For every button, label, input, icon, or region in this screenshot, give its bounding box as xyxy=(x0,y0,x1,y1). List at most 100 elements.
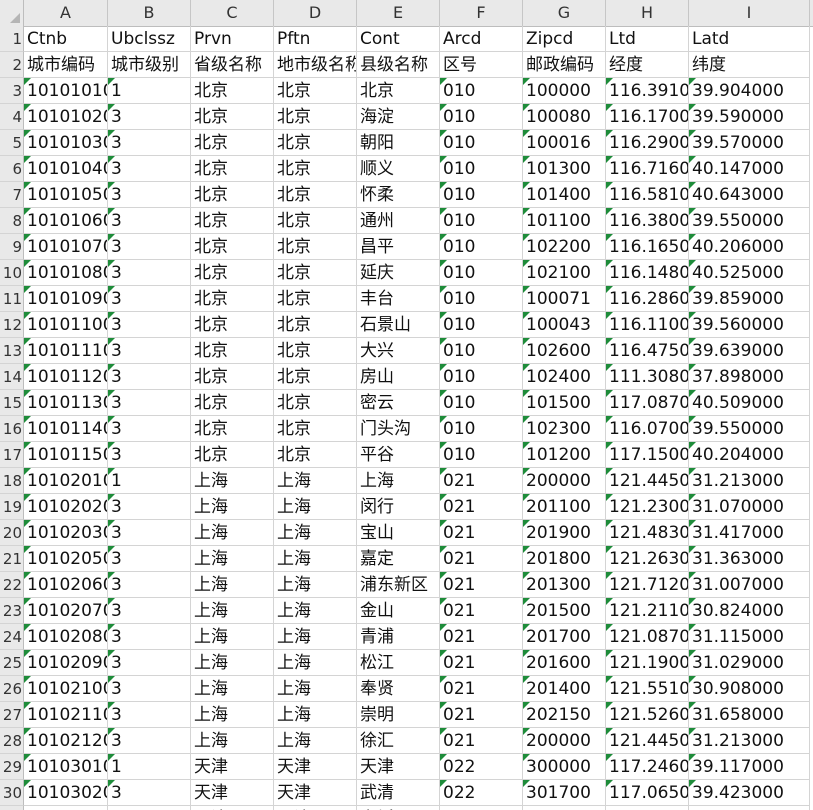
table-cell[interactable]: 117.0870 xyxy=(606,390,689,416)
table-cell[interactable]: 39.550000 xyxy=(689,416,810,442)
table-cell[interactable]: 3 xyxy=(108,390,191,416)
table-cell[interactable]: 200000 xyxy=(523,468,606,494)
row-header[interactable]: 2 xyxy=(0,52,24,78)
table-cell[interactable]: 10101120 xyxy=(24,364,108,390)
table-cell[interactable]: 天津 xyxy=(274,780,357,806)
table-cell[interactable]: 北京 xyxy=(274,338,357,364)
table-cell[interactable]: 上海 xyxy=(191,650,274,676)
table-cell[interactable]: 021 xyxy=(440,546,523,572)
table-cell[interactable]: 10101130 xyxy=(24,390,108,416)
table-cell[interactable]: 上海 xyxy=(191,598,274,624)
table-cell[interactable]: 1 xyxy=(108,754,191,780)
row-header[interactable]: 6 xyxy=(0,156,24,182)
table-cell[interactable]: Prvn xyxy=(191,26,274,52)
row-header[interactable]: 11 xyxy=(0,286,24,312)
table-cell[interactable] xyxy=(24,806,108,810)
row-header[interactable]: 9 xyxy=(0,234,24,260)
table-cell[interactable]: 010 xyxy=(440,338,523,364)
table-cell[interactable]: 116.3800 xyxy=(606,208,689,234)
table-cell[interactable]: 天津 xyxy=(191,780,274,806)
table-cell[interactable]: 延庆 xyxy=(357,260,440,286)
table-cell[interactable]: 10101010 xyxy=(24,78,108,104)
table-cell[interactable]: 北京 xyxy=(191,234,274,260)
table-cell[interactable]: Arcd xyxy=(440,26,523,52)
table-cell[interactable]: 3 xyxy=(108,442,191,468)
table-cell[interactable]: 上海 xyxy=(274,624,357,650)
table-cell[interactable]: 通州 xyxy=(357,208,440,234)
table-cell[interactable]: 3 xyxy=(108,338,191,364)
table-cell[interactable]: 北京 xyxy=(191,286,274,312)
table-cell[interactable]: 010 xyxy=(440,312,523,338)
table-cell[interactable]: 121.2110 xyxy=(606,598,689,624)
table-cell[interactable]: 40.509000 xyxy=(689,390,810,416)
table-cell[interactable]: 022 xyxy=(440,780,523,806)
row-header[interactable]: 26 xyxy=(0,676,24,702)
table-cell[interactable]: 10101110 xyxy=(24,338,108,364)
table-cell[interactable]: 区号 xyxy=(440,52,523,78)
table-cell[interactable]: 31.070000 xyxy=(689,494,810,520)
table-cell[interactable]: 10101020 xyxy=(24,104,108,130)
table-cell[interactable]: 100043 xyxy=(523,312,606,338)
table-cell[interactable]: 102400 xyxy=(523,364,606,390)
table-cell[interactable]: 10101140 xyxy=(24,416,108,442)
table-cell[interactable]: 房山 xyxy=(357,364,440,390)
table-cell[interactable]: 116.2860 xyxy=(606,286,689,312)
table-cell[interactable]: 021 xyxy=(440,676,523,702)
table-cell[interactable]: 116.1100 xyxy=(606,312,689,338)
table-cell[interactable]: 010 xyxy=(440,130,523,156)
table-cell[interactable]: 101100 xyxy=(523,208,606,234)
table-cell[interactable]: 3 xyxy=(108,702,191,728)
table-cell[interactable]: 密云 xyxy=(357,390,440,416)
table-cell[interactable]: 北京 xyxy=(357,78,440,104)
table-cell[interactable]: 天津 xyxy=(357,754,440,780)
table-cell[interactable]: 北京 xyxy=(274,416,357,442)
column-header[interactable]: D xyxy=(274,0,357,26)
table-cell[interactable]: 1 xyxy=(108,78,191,104)
table-cell[interactable]: 3 xyxy=(108,364,191,390)
table-cell[interactable]: 宝坻 xyxy=(357,806,440,810)
table-cell[interactable]: 丰台 xyxy=(357,286,440,312)
row-header[interactable]: 13 xyxy=(0,338,24,364)
table-cell[interactable]: 117.1500 xyxy=(606,442,689,468)
table-cell[interactable]: 10103010 xyxy=(24,754,108,780)
table-cell[interactable]: 闵行 xyxy=(357,494,440,520)
table-cell[interactable]: 021 xyxy=(440,520,523,546)
table-cell[interactable]: 021 xyxy=(440,598,523,624)
table-cell[interactable]: 上海 xyxy=(274,728,357,754)
table-cell[interactable]: 10102020 xyxy=(24,494,108,520)
table-cell[interactable]: 3 xyxy=(108,312,191,338)
table-cell[interactable]: 北京 xyxy=(191,390,274,416)
table-cell[interactable]: 10101090 xyxy=(24,286,108,312)
table-cell[interactable]: 上海 xyxy=(274,702,357,728)
table-cell[interactable]: 121.0870 xyxy=(606,624,689,650)
table-cell[interactable]: 上海 xyxy=(191,728,274,754)
table-cell[interactable]: 上海 xyxy=(191,676,274,702)
table-cell[interactable]: 城市编码 xyxy=(24,52,108,78)
table-cell[interactable]: 121.2300 xyxy=(606,494,689,520)
table-cell[interactable]: 北京 xyxy=(274,208,357,234)
table-cell[interactable]: 青浦 xyxy=(357,624,440,650)
table-cell[interactable]: 117.0650 xyxy=(606,780,689,806)
table-cell[interactable]: 10101150 xyxy=(24,442,108,468)
table-cell[interactable]: 40.147000 xyxy=(689,156,810,182)
table-cell[interactable] xyxy=(689,806,810,810)
table-cell[interactable]: 松江 xyxy=(357,650,440,676)
table-cell[interactable]: 北京 xyxy=(191,260,274,286)
table-cell[interactable]: 北京 xyxy=(274,78,357,104)
table-cell[interactable]: 37.898000 xyxy=(689,364,810,390)
row-header[interactable]: 1 xyxy=(0,26,24,52)
table-cell[interactable]: 10102100 xyxy=(24,676,108,702)
table-cell[interactable]: 3 xyxy=(108,676,191,702)
table-cell[interactable]: 北京 xyxy=(191,364,274,390)
table-cell[interactable]: 010 xyxy=(440,182,523,208)
table-cell[interactable]: 上海 xyxy=(357,468,440,494)
table-cell[interactable]: 10102010 xyxy=(24,468,108,494)
table-cell[interactable]: 3 xyxy=(108,286,191,312)
table-cell[interactable]: 10102060 xyxy=(24,572,108,598)
table-cell[interactable]: 121.1900 xyxy=(606,650,689,676)
table-cell[interactable]: 101400 xyxy=(523,182,606,208)
table-cell[interactable]: 天津 xyxy=(274,754,357,780)
table-cell[interactable]: 021 xyxy=(440,572,523,598)
table-cell[interactable]: 201900 xyxy=(523,520,606,546)
table-cell[interactable]: 上海 xyxy=(191,546,274,572)
